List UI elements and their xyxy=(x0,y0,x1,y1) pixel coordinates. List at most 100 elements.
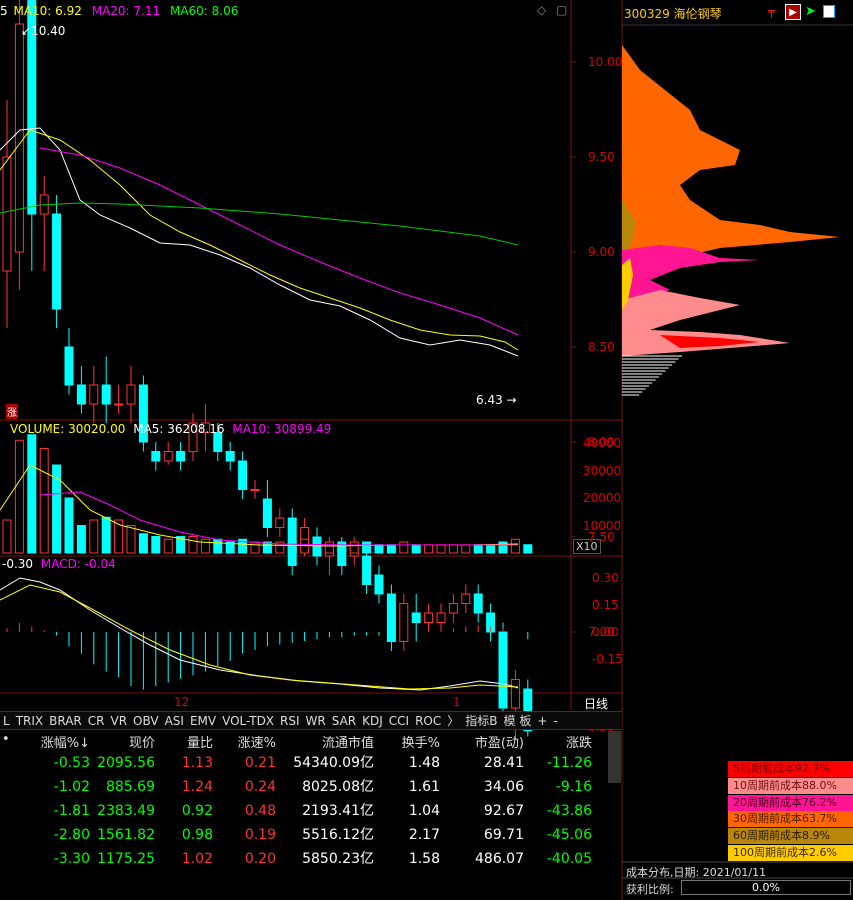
play-icon[interactable]: ▶ xyxy=(785,4,801,20)
volume-ma10: MA10: 30899.49 xyxy=(232,422,332,436)
volume-bar xyxy=(126,525,136,554)
table-header-cell[interactable]: 市盈(动) xyxy=(446,732,524,751)
volume-ma5: MA5: 36208.16 xyxy=(133,422,225,436)
table-cell: -43.86 xyxy=(546,803,592,819)
cost-legend-item: 100周期前成本2.6% xyxy=(728,845,853,861)
volume-header: VOLUME: 30020.00 MA5: 36208.16 MA10: 308… xyxy=(10,422,331,436)
volume-bar xyxy=(324,541,334,554)
indicator-tab[interactable]: L xyxy=(0,713,13,729)
indicator-tab[interactable]: TRIX xyxy=(13,713,46,729)
table-cell: 1561.82 xyxy=(97,827,155,843)
table-cell: 0.19 xyxy=(244,827,276,843)
volume-bar xyxy=(213,538,223,554)
table-cell: 0.20 xyxy=(244,851,276,867)
table-row[interactable]: -1.81 2383.49 0.92 0.48 2193.41亿 1.04 92.67 -43… xyxy=(0,799,622,823)
indicator-tab[interactable]: - xyxy=(550,713,560,729)
cost-legend-item: 20周期前成本76.2% xyxy=(728,794,853,811)
indicator-tab[interactable]: OBV xyxy=(130,713,162,729)
candle-body xyxy=(362,555,372,585)
candlestick-series xyxy=(2,0,533,741)
indicator-tab[interactable]: CR xyxy=(85,713,108,729)
indicator-tab[interactable]: CCI xyxy=(386,713,412,729)
period-label[interactable]: 日线 xyxy=(584,695,608,712)
table-header-cell[interactable]: 现价 xyxy=(95,732,155,751)
table-cell: 1.61 xyxy=(408,779,440,795)
indicator-tab[interactable]: ROC xyxy=(412,713,444,729)
volume-bar xyxy=(473,544,483,554)
macd-histogram xyxy=(6,623,529,690)
settings-icon[interactable] xyxy=(823,5,835,18)
table-header-cell[interactable]: 换手% xyxy=(378,732,440,751)
candle-body xyxy=(52,213,62,310)
table-row[interactable]: -0.53 2095.56 1.13 0.21 54340.09亿 1.48 28.41 -1… xyxy=(0,751,622,775)
candle-body xyxy=(436,612,446,623)
bar-chart-icon[interactable]: ╤ xyxy=(768,5,780,19)
macd-tick-label: 0.00 xyxy=(592,625,619,639)
volume-bar xyxy=(399,541,409,554)
indicator-tab[interactable]: EMV xyxy=(187,713,219,729)
volume-bar xyxy=(461,544,471,554)
candle-body xyxy=(448,603,458,614)
indicator-tabs: L TRIX BRAR CR VR OBV ASI EMV VOL-TDX RSI WR SAR KDJ… xyxy=(0,711,622,730)
table-cell: 5516.12亿 xyxy=(302,827,374,843)
volume-bar xyxy=(64,497,74,554)
table-header-cell[interactable]: 量比 xyxy=(160,732,213,751)
indicator-tab[interactable]: ASI xyxy=(162,713,187,729)
indicator-tab[interactable]: BRAR xyxy=(46,713,85,729)
table-cell: 0.24 xyxy=(244,779,276,795)
diamond-icon[interactable]: ◇ xyxy=(537,3,546,17)
indicator-tab[interactable]: 模 板 xyxy=(501,713,535,729)
indicator-tab[interactable]: 指标B xyxy=(462,713,500,729)
macd-tick-label: -0.15 xyxy=(592,652,624,666)
volume-value: VOLUME: 30020.00 xyxy=(10,422,126,436)
table-row[interactable]: -2.80 1561.82 0.98 0.19 5516.12亿 2.17 69.71 -45… xyxy=(0,823,622,847)
candle-body xyxy=(176,451,186,462)
volume-bar xyxy=(101,516,111,554)
candle-body xyxy=(76,384,86,405)
indicator-tab[interactable]: SAR xyxy=(329,713,359,729)
arrow-icon[interactable]: ➤ xyxy=(805,4,816,19)
volume-bar xyxy=(337,541,347,554)
price-tick-label: 8.50 xyxy=(588,340,615,354)
cost-distribution xyxy=(622,45,840,396)
indicator-tab[interactable]: VOL-TDX xyxy=(219,713,277,729)
table-row[interactable]: -1.02 885.69 1.24 0.24 8025.08亿 1.61 34.06 -9.1… xyxy=(0,775,622,799)
table-header-cell[interactable]: 流通市值 xyxy=(282,732,374,751)
table-row[interactable]: -3.30 1175.25 1.02 0.20 5850.23亿 1.58 486.07 -4… xyxy=(0,847,622,871)
candle-body xyxy=(399,603,409,642)
square-icon[interactable]: ▢ xyxy=(556,3,567,17)
stock-name: 海伦钢琴 xyxy=(673,7,722,21)
candle-body xyxy=(461,593,471,604)
table-cell: 34.06 xyxy=(483,779,524,795)
table-header-cell[interactable]: 涨速% xyxy=(218,732,276,751)
table-header-cell[interactable]: 涨跌 xyxy=(530,732,592,751)
table-cell: -9.16 xyxy=(555,779,592,795)
indicator-tab[interactable]: VR xyxy=(107,713,130,729)
table-cell: 2383.49 xyxy=(97,803,155,819)
volume-bar xyxy=(250,541,260,554)
candle-body xyxy=(101,384,111,405)
candle-body xyxy=(151,451,161,462)
volume-bar xyxy=(89,519,99,554)
volume-bar xyxy=(39,448,49,554)
ma20-value: MA20: 7.11 xyxy=(91,4,161,18)
table-header-cell[interactable]: • xyxy=(2,732,12,747)
candle-body xyxy=(2,156,12,272)
volume-bar xyxy=(510,538,520,554)
volume-bar xyxy=(436,544,446,554)
table-header-cell[interactable]: 涨幅%↓ xyxy=(20,732,90,751)
indicator-tab[interactable]: KDJ xyxy=(359,713,386,729)
table-cell: 2193.41亿 xyxy=(302,803,374,819)
table-scrollbar[interactable] xyxy=(608,731,621,783)
indicator-tab[interactable]: + xyxy=(534,713,550,729)
volume-unit: X10 xyxy=(573,539,601,554)
indicator-tab[interactable]: WR xyxy=(303,713,329,729)
table-cell: 0.98 xyxy=(181,827,213,843)
volume-tick-label: 30000 xyxy=(583,463,622,478)
indicator-tab[interactable]: RSI xyxy=(277,713,303,729)
candle-body xyxy=(424,612,434,623)
indicator-tab[interactable]: 〉 xyxy=(444,713,462,729)
table-cell: 0.48 xyxy=(244,803,276,819)
price-tick-label: 9.00 xyxy=(588,245,615,259)
cost-legend-item: 10周期前成本88.0% xyxy=(728,777,853,794)
